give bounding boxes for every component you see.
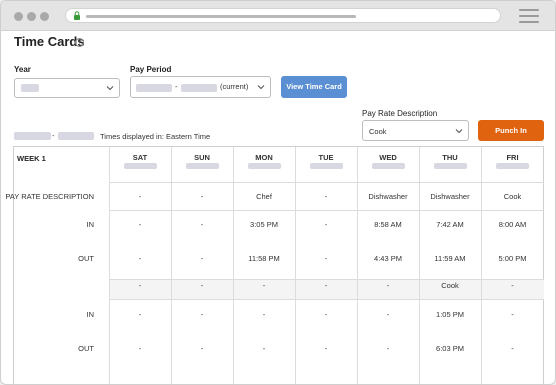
help-icon[interactable]: ? bbox=[75, 38, 84, 47]
table-cell: 11:59 AM bbox=[434, 254, 466, 263]
row-label: OUT bbox=[78, 344, 94, 353]
pay-rate-value: Cook bbox=[369, 127, 387, 136]
table-cell: Dishwasher bbox=[430, 192, 470, 201]
table-cell: - bbox=[324, 310, 328, 319]
punch-in-button[interactable]: Punch In bbox=[478, 120, 544, 141]
table-cell: - bbox=[138, 220, 142, 229]
table-cell: - bbox=[324, 192, 328, 201]
year-select[interactable] bbox=[14, 78, 120, 98]
chevron-down-icon bbox=[257, 85, 265, 90]
page-title: Time Cards bbox=[14, 34, 85, 49]
table-cell: - bbox=[200, 220, 204, 229]
week-label: WEEK 1 bbox=[17, 154, 46, 163]
redacted-date bbox=[433, 163, 467, 169]
table-cell: Cook bbox=[503, 192, 522, 201]
row-label: IN bbox=[86, 310, 95, 319]
table-cell: - bbox=[511, 344, 514, 353]
table-cell: - bbox=[200, 281, 204, 290]
browser-window: Time Cards ? Year Pay Period - (current)… bbox=[0, 0, 556, 385]
timecard-grid: WEEK 1 SAT SUN MON TUE WED THU FRI PAY RATE DES… bbox=[5, 146, 544, 384]
table-cell: - bbox=[324, 254, 328, 263]
year-label: Year bbox=[14, 65, 31, 74]
redacted-date bbox=[496, 163, 529, 169]
redacted-start-date bbox=[14, 132, 51, 140]
table-cell: Cook bbox=[441, 281, 459, 290]
table-cell: 5:00 PM bbox=[498, 254, 527, 263]
pay-rate-label: Pay Rate Description bbox=[362, 109, 438, 118]
table-cell: Dishwasher bbox=[368, 192, 408, 201]
row-label: IN bbox=[86, 220, 95, 229]
table-cell: - bbox=[386, 310, 390, 319]
day-header-mon: MON bbox=[255, 153, 273, 162]
table-cell: - bbox=[262, 344, 266, 353]
redacted-value bbox=[136, 84, 172, 92]
window-dot bbox=[27, 12, 36, 21]
table-cell: 8:00 AM bbox=[498, 220, 527, 229]
table-cell: - bbox=[262, 310, 266, 319]
table-cell: - bbox=[200, 192, 204, 201]
table-cell: - bbox=[138, 254, 142, 263]
table-cell: 1:05 PM bbox=[436, 310, 464, 319]
day-header-sat: SAT bbox=[132, 153, 148, 162]
day-header-sun: SUN bbox=[194, 153, 210, 162]
table-cell: - bbox=[324, 281, 328, 290]
range-separator: - bbox=[52, 131, 55, 140]
table-cell: - bbox=[138, 310, 142, 319]
address-bar[interactable] bbox=[65, 8, 501, 23]
table-cell: - bbox=[262, 281, 266, 290]
menu-icon[interactable] bbox=[519, 9, 539, 23]
redacted-date bbox=[123, 163, 157, 169]
grid-row-divider bbox=[109, 279, 544, 280]
chevron-down-icon bbox=[455, 129, 463, 134]
table-cell: - bbox=[511, 310, 514, 319]
browser-toolbar bbox=[1, 1, 555, 31]
redacted-value bbox=[21, 84, 39, 92]
grid-row-divider bbox=[109, 210, 544, 211]
table-cell: - bbox=[200, 310, 204, 319]
table-cell: 4:43 PM bbox=[374, 254, 402, 263]
table-cell: - bbox=[324, 220, 328, 229]
table-cell: 7:42 AM bbox=[436, 220, 464, 229]
row-label: OUT bbox=[78, 254, 94, 263]
pay-period-select[interactable]: - (current) bbox=[130, 76, 271, 98]
window-dot bbox=[40, 12, 49, 21]
table-cell: 3:05 PM bbox=[250, 220, 278, 229]
pay-rate-select[interactable]: Cook bbox=[362, 120, 469, 141]
table-cell: - bbox=[511, 281, 514, 290]
table-cell: 6:03 PM bbox=[436, 344, 464, 353]
table-cell: - bbox=[200, 254, 204, 263]
table-cell: - bbox=[386, 344, 390, 353]
redacted-date bbox=[185, 163, 219, 169]
redacted-date bbox=[371, 163, 405, 169]
redacted-value bbox=[181, 84, 217, 92]
url-placeholder bbox=[86, 15, 356, 18]
row-label: PAY RATE DESCRIPTION bbox=[5, 192, 94, 201]
day-header-thu: THU bbox=[442, 153, 458, 162]
pay-period-current: (current) bbox=[220, 82, 249, 91]
pay-period-separator: - bbox=[175, 82, 178, 91]
day-header-fri: FRI bbox=[506, 153, 519, 162]
table-cell: - bbox=[200, 344, 204, 353]
day-header-tue: TUE bbox=[318, 153, 334, 162]
table-cell: - bbox=[386, 281, 390, 290]
redacted-date bbox=[309, 163, 343, 169]
table-cell: 11:58 PM bbox=[248, 254, 280, 263]
redacted-date bbox=[247, 163, 281, 169]
grid-row-divider bbox=[109, 299, 544, 300]
pay-period-label: Pay Period bbox=[130, 65, 172, 74]
redacted-end-date bbox=[58, 132, 94, 140]
table-cell: - bbox=[138, 281, 142, 290]
grid-row-divider bbox=[109, 182, 544, 183]
chevron-down-icon bbox=[106, 86, 114, 91]
timezone-note: Times displayed in: Eastern Time bbox=[100, 132, 211, 141]
view-time-card-button[interactable]: View Time Card bbox=[281, 76, 347, 98]
table-cell: - bbox=[324, 344, 328, 353]
table-cell: - bbox=[138, 192, 142, 201]
day-header-wed: WED bbox=[379, 153, 397, 162]
lock-icon bbox=[74, 11, 80, 20]
table-cell: Chef bbox=[256, 192, 272, 201]
table-cell: 8:58 AM bbox=[374, 220, 402, 229]
table-cell: - bbox=[138, 344, 142, 353]
window-dot bbox=[14, 12, 23, 21]
